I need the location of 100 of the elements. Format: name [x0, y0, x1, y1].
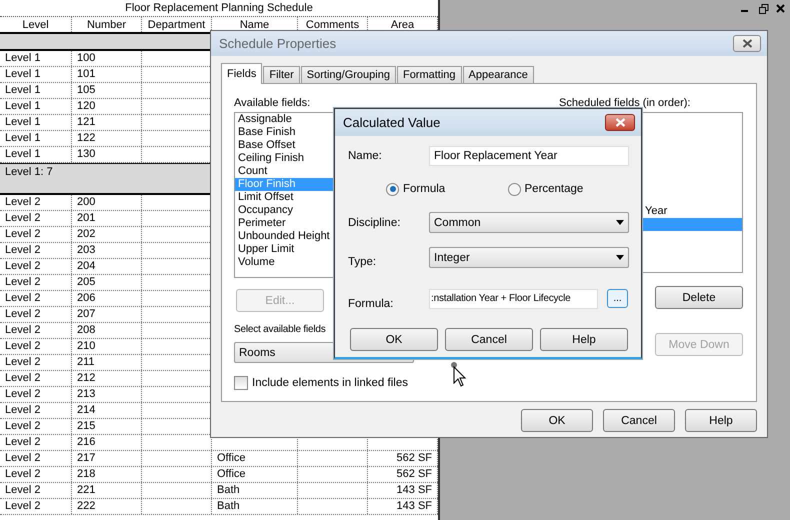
mouse-cursor-icon	[449, 361, 467, 387]
tab[interactable]: Filter	[263, 66, 300, 83]
table-cell: 213	[72, 387, 142, 402]
dialog-button[interactable]: Cancel	[445, 328, 533, 351]
table-cell: 221	[72, 483, 142, 498]
delete-button[interactable]: Delete	[655, 286, 743, 309]
table-cell: Level 2	[0, 451, 72, 466]
dropdown-arrow-icon	[616, 220, 624, 225]
table-cell: 205	[72, 275, 142, 290]
discipline-dropdown[interactable]: Common	[429, 212, 629, 233]
table-cell: Level 2	[0, 323, 72, 338]
table-cell: Level 2	[0, 227, 72, 242]
field-label: Scheduled fields (in order):	[559, 96, 692, 110]
table-cell: 562 SF	[368, 451, 438, 466]
radio-button[interactable]	[508, 182, 520, 196]
formula-field[interactable]: :nstallation Year + Floor Lifecycle	[429, 288, 598, 308]
field-label: Select available fields	[234, 323, 327, 337]
table-cell: 100	[72, 51, 142, 66]
table-cell: 203	[72, 243, 142, 258]
table-cell: Office	[212, 451, 298, 466]
radio-button[interactable]	[386, 182, 399, 196]
dialog-button[interactable]: Help	[685, 409, 757, 432]
table-cell: 202	[72, 227, 142, 242]
table-cell: Level 2	[0, 419, 72, 434]
group-footer: Level 1: 7	[0, 164, 58, 180]
table-cell: Level 2	[0, 211, 72, 226]
checkbox-label: Include elements in linked files	[252, 377, 408, 389]
table-cell: 562 SF	[368, 467, 438, 482]
table-cell: 204	[72, 259, 142, 274]
close-button[interactable]	[733, 35, 761, 52]
table-cell: 143 SF	[368, 483, 438, 498]
dropdown-arrow-icon	[616, 255, 624, 260]
restore-icon[interactable]	[759, 4, 769, 14]
column-header: Number	[72, 17, 142, 32]
table-cell: Level 2	[0, 243, 72, 258]
table-cell: 208	[72, 323, 142, 338]
tab[interactable]: Appearance	[462, 66, 534, 83]
checkbox[interactable]	[234, 376, 248, 390]
close-icon	[614, 118, 626, 127]
table-cell: 207	[72, 307, 142, 322]
table-cell: Level 1	[0, 99, 72, 114]
table-cell: Level 2	[0, 483, 72, 498]
table-cell: Level 2	[0, 339, 72, 354]
dialog-title: Schedule Properties	[219, 36, 336, 51]
table-cell: Level 2	[0, 355, 72, 370]
table-cell: Level 1	[0, 115, 72, 130]
table-cell: 101	[72, 67, 142, 82]
field-label: Name:	[348, 150, 383, 162]
table-cell: Bath	[212, 499, 298, 514]
close-button[interactable]	[605, 114, 635, 131]
table-cell: 122	[72, 131, 142, 146]
table-cell: Level 2	[0, 499, 72, 514]
table-cell: 206	[72, 291, 142, 306]
table-cell: 200	[72, 195, 142, 210]
table-cell: Level 2	[0, 435, 72, 450]
table-cell: Level 2	[0, 371, 72, 386]
table-cell: Office	[212, 467, 298, 482]
browse-button[interactable]: ...	[607, 289, 628, 308]
field-label: Available fields:	[234, 96, 312, 110]
table-cell: Level 1	[0, 51, 72, 66]
table-cell: Level 1	[0, 131, 72, 146]
field-label: Discipline:	[348, 216, 402, 228]
table-cell: 214	[72, 403, 142, 418]
tab[interactable]: Formatting	[396, 66, 462, 83]
table-cell: Level 2	[0, 403, 72, 418]
table-cell: Level 2	[0, 275, 72, 290]
table-cell: 215	[72, 419, 142, 434]
table-cell: Level 2	[0, 195, 72, 210]
field-label: Type:	[348, 256, 378, 268]
table-cell: Level 1	[0, 67, 72, 82]
dialog-button[interactable]: Cancel	[603, 409, 675, 432]
table-cell: 210	[72, 339, 142, 354]
table-cell: 120	[72, 99, 142, 114]
close-icon[interactable]	[776, 4, 785, 13]
table-cell: Level 2	[0, 259, 72, 274]
table-cell: Bath	[212, 483, 298, 498]
table-cell: Level 2	[0, 387, 72, 402]
table-cell: Level 2	[0, 291, 72, 306]
table-cell: 105	[72, 83, 142, 98]
table-cell: Level 1	[0, 83, 72, 98]
dialog-button[interactable]: OK	[521, 409, 593, 432]
table-cell: 201	[72, 211, 142, 226]
table-cell: 143 SF	[368, 499, 438, 514]
table-cell: Level 2	[0, 307, 72, 322]
tab[interactable]: Sorting/Grouping	[300, 66, 396, 83]
table-cell: 212	[72, 371, 142, 386]
tab[interactable]: Fields	[221, 63, 262, 84]
table-cell: 217	[72, 451, 142, 466]
dialog-button[interactable]: Help	[540, 328, 628, 351]
table-cell: Level 2	[0, 467, 72, 482]
name-field[interactable]: Floor Replacement Year	[429, 146, 629, 166]
dialog-button[interactable]: OK	[350, 328, 438, 351]
table-cell: 121	[72, 115, 142, 130]
table-cell: 222	[72, 499, 142, 514]
table-cell: Level 1	[0, 147, 72, 162]
type-dropdown[interactable]: Integer	[429, 247, 629, 268]
field-label: Formula:	[348, 298, 394, 310]
column-header: Level	[0, 17, 72, 32]
table-cell: 216	[72, 435, 142, 450]
close-icon	[742, 39, 752, 48]
